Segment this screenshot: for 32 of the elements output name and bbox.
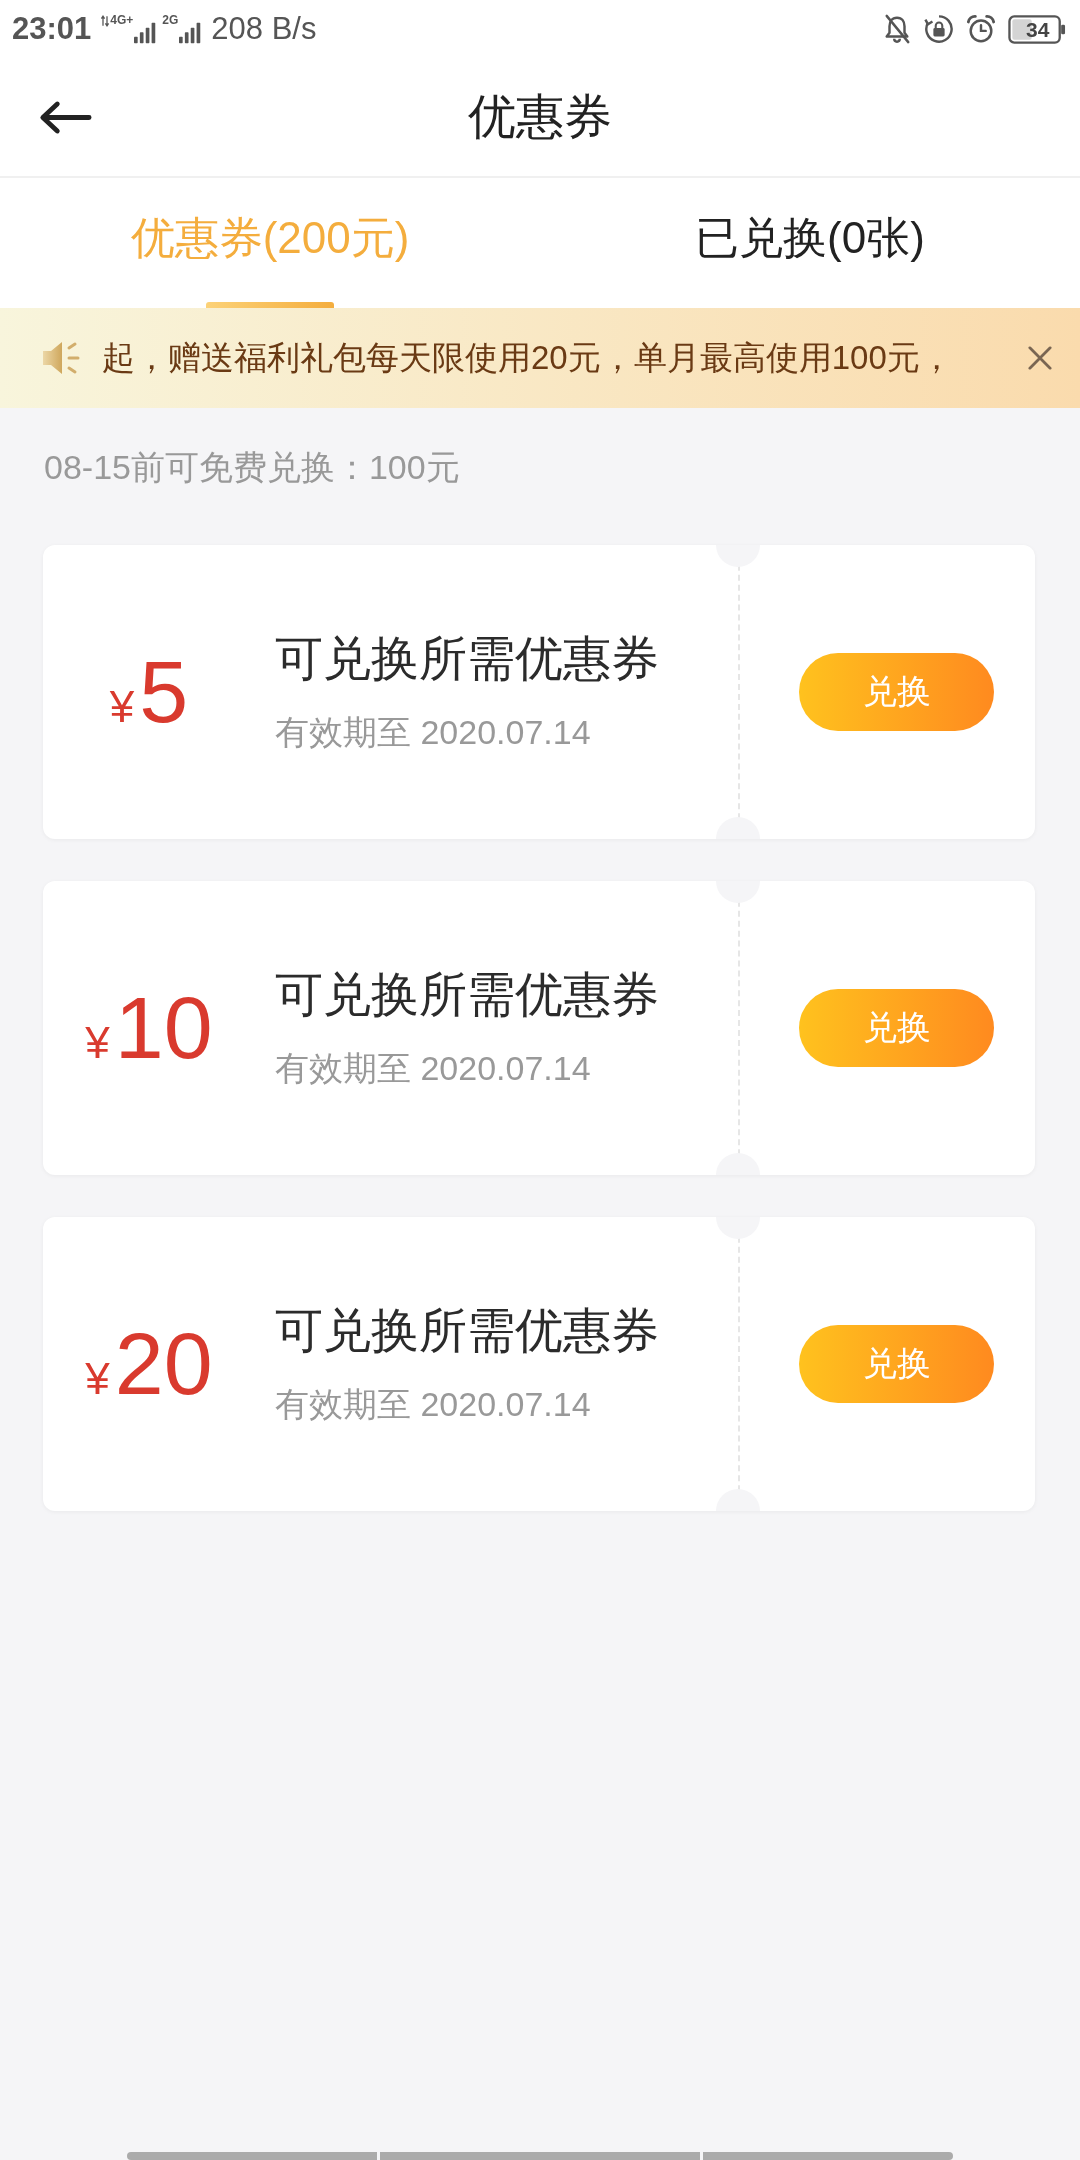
bell-off-icon [882, 14, 912, 44]
battery-percent: 34 [1026, 17, 1050, 41]
redeem-button[interactable]: 兑换 [799, 989, 994, 1067]
coupon-expiry: 有效期至 2020.07.14 [275, 1048, 592, 1089]
network-type-label: 4G+ [110, 14, 134, 27]
redeem-button[interactable]: 兑换 [799, 653, 994, 731]
coupon-amount: 20 [114, 1320, 213, 1408]
notice-text: 起，赠送福利礼包每天限使用20元，单月最高使用100元， [102, 337, 953, 378]
redeem-button[interactable]: 兑换 [799, 1325, 994, 1403]
status-time: 23:01 [12, 11, 92, 47]
currency-symbol: ¥ [109, 682, 135, 732]
coupon-amount: 10 [114, 984, 213, 1072]
close-icon[interactable] [1028, 346, 1052, 370]
coupon-title: 可兑换所需优惠券 [275, 1303, 660, 1359]
speaker-icon [42, 340, 82, 376]
coupon-expiry: 有效期至 2020.07.14 [275, 1384, 592, 1425]
network-type-label: 2G [162, 14, 179, 27]
currency-symbol: ¥ [85, 1354, 110, 1404]
signal-bars-icon [179, 22, 202, 44]
coupon-title: 可兑换所需优惠券 [275, 967, 660, 1023]
alarm-clock-icon [966, 14, 996, 44]
rotation-lock-icon [924, 14, 954, 44]
battery-icon [1008, 14, 1066, 44]
currency-symbol: ¥ [85, 1018, 110, 1068]
exchange-hint: 08-15前可免费兑换：100元 [43, 447, 461, 488]
coupon-amount: 5 [139, 648, 189, 736]
back-arrow-icon[interactable] [38, 99, 92, 135]
signal-bars-icon [134, 22, 157, 44]
coupon-expiry: 有效期至 2020.07.14 [275, 712, 592, 753]
coupon-title: 可兑换所需优惠券 [275, 631, 660, 687]
page-title: 优惠券 [468, 89, 612, 145]
network-speed: 208 B/s [211, 11, 317, 47]
